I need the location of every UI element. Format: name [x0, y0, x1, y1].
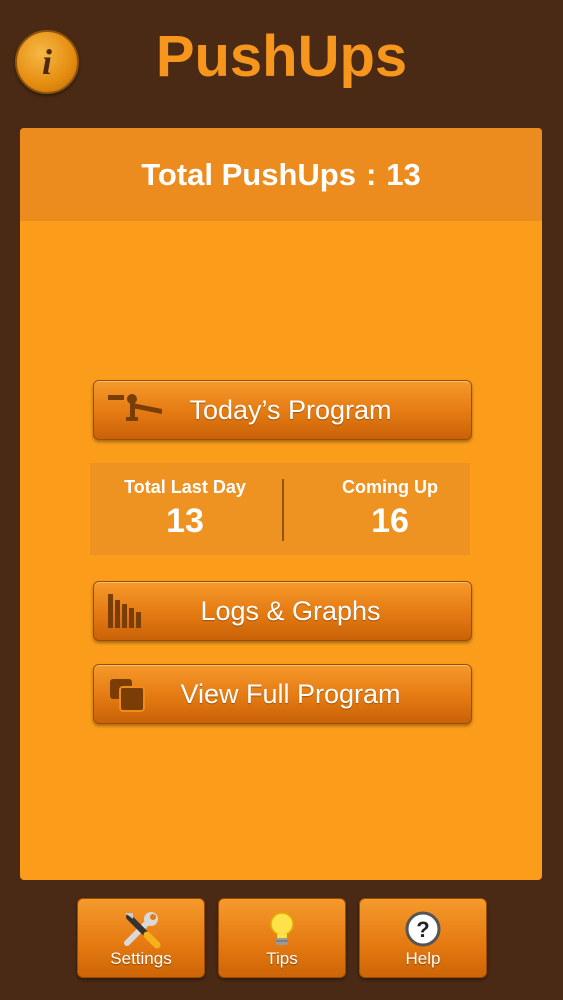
lightbulb-icon [270, 912, 294, 945]
help-tab-label: Help [405, 949, 441, 968]
app-title: PushUps [155, 24, 408, 89]
bottom-tab-bar: Settings Tips ? Help [0, 880, 563, 1000]
logs-graphs-button[interactable]: Logs & Graphs [93, 581, 472, 641]
pages-icon [110, 679, 145, 712]
coming-up-label: Coming Up [342, 477, 438, 497]
total-last-day-label: Total Last Day [124, 477, 246, 497]
help-tab[interactable]: ? Help [359, 898, 487, 978]
svg-text:?: ? [416, 917, 429, 942]
settings-tab-label: Settings [110, 949, 172, 968]
total-separator: : [365, 156, 377, 192]
bar-chart-icon [108, 594, 141, 628]
total-last-day-value: 13 [166, 502, 204, 540]
view-full-program-button[interactable]: View Full Program [93, 664, 472, 724]
question-icon: ? [405, 911, 441, 947]
total-pushups-value: 13 [386, 156, 421, 192]
tips-tab-label: Tips [266, 949, 298, 968]
total-pushups-bar: Total PushUps : 13 [20, 128, 542, 221]
tools-icon [124, 912, 161, 949]
total-pushups-label: Total PushUps [141, 156, 356, 192]
settings-tab[interactable]: Settings [77, 898, 205, 978]
coming-up: Coming Up 16 [295, 477, 485, 541]
coming-up-value: 16 [371, 502, 409, 540]
header: i PushUps [0, 0, 563, 128]
total-last-day: Total Last Day 13 [90, 477, 280, 541]
tips-tab[interactable]: Tips [218, 898, 346, 978]
pushup-icon [108, 394, 162, 421]
stats-panel: Total Last Day 13 Coming Up 16 [90, 463, 470, 555]
main-card: Total PushUps : 13 Today’s Program Total… [20, 128, 542, 880]
todays-program-button[interactable]: Today’s Program [93, 380, 472, 440]
stats-divider [282, 479, 284, 541]
